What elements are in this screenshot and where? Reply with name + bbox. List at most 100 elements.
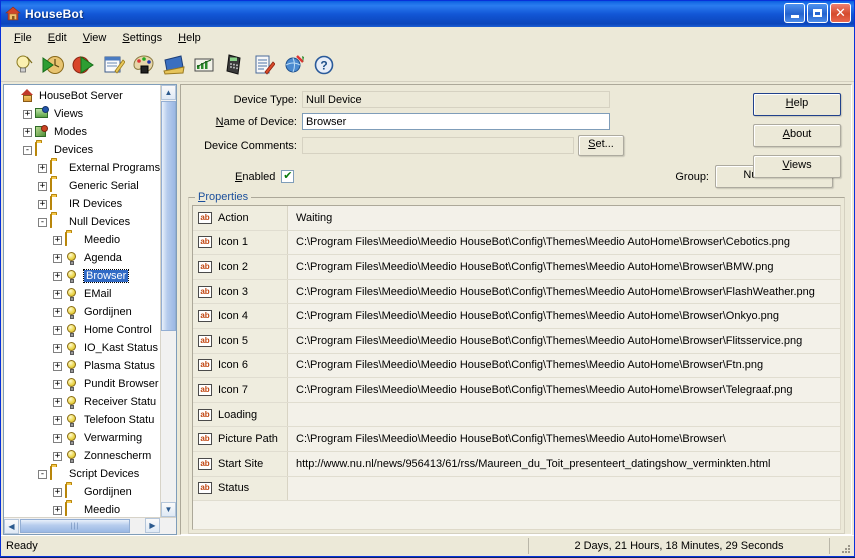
device-tree[interactable]: HouseBot Server + Views + Modes - Devices + Exte…: [4, 85, 176, 517]
tree-expander[interactable]: +: [53, 307, 62, 317]
tree-node-pundit-browser[interactable]: + Pundit Browser: [4, 375, 176, 393]
property-row[interactable]: ab Picture Path C:\Program Files\Meedio\Me…: [193, 427, 840, 452]
tree-node-agenda[interactable]: + Agenda: [4, 249, 176, 267]
property-row[interactable]: ab Icon 7 C:\Program Files\Meedio\Meedio H…: [193, 378, 840, 403]
views-button[interactable]: Views: [753, 155, 841, 178]
tree-node-browser[interactable]: + Browser: [4, 267, 176, 285]
tree-scroll-thumb[interactable]: [161, 101, 176, 331]
tree-node-external-programs[interactable]: + External Programs: [4, 159, 176, 177]
edit-note-icon[interactable]: [99, 51, 129, 79]
menu-edit[interactable]: Edit: [40, 30, 75, 46]
tree-node-telefoon-statu[interactable]: + Telefoon Statu: [4, 411, 176, 429]
scroll-right-arrow[interactable]: ▶: [145, 518, 160, 533]
tree-expander[interactable]: +: [53, 379, 62, 389]
globe-icon[interactable]: [279, 51, 309, 79]
property-value[interactable]: C:\Program Files\Meedio\Meedio HouseBot\…: [288, 236, 840, 248]
tree-expander[interactable]: +: [53, 505, 62, 515]
tree-node-zonnescherm[interactable]: + Zonnescherm: [4, 447, 176, 465]
property-row[interactable]: ab Start Site http://www.nu.nl/news/956413…: [193, 451, 840, 477]
property-value[interactable]: C:\Program Files\Meedio\Meedio HouseBot\…: [288, 359, 840, 371]
screen-icon[interactable]: [159, 51, 189, 79]
tree-node-email[interactable]: + EMail: [4, 285, 176, 303]
property-value[interactable]: C:\Program Files\Meedio\Meedio HouseBot\…: [288, 433, 840, 445]
menu-help[interactable]: Help: [170, 30, 209, 46]
property-row[interactable]: ab Icon 6 C:\Program Files\Meedio\Meedio H…: [193, 353, 840, 379]
remote-control-icon[interactable]: [219, 51, 249, 79]
bulb-icon[interactable]: [9, 51, 39, 79]
chart-icon[interactable]: [189, 51, 219, 79]
tree-node-meedio[interactable]: + Meedio: [4, 501, 176, 517]
tree-horizontal-scrollbar[interactable]: ◀ ||| ▶: [4, 517, 176, 534]
scroll-left-arrow[interactable]: ◀: [4, 518, 19, 534]
tree-node-io-kast-status[interactable]: + IO_Kast Status: [4, 339, 176, 357]
tree-node-housebot-server[interactable]: HouseBot Server: [4, 87, 176, 105]
tree-expander[interactable]: -: [38, 217, 47, 227]
tree-expander[interactable]: +: [53, 253, 62, 263]
property-value[interactable]: C:\Program Files\Meedio\Meedio HouseBot\…: [288, 335, 840, 347]
tree-expander[interactable]: +: [53, 289, 62, 299]
palette-icon[interactable]: [129, 51, 159, 79]
menu-file[interactable]: File: [6, 30, 40, 46]
tree-expander[interactable]: +: [53, 343, 62, 353]
tree-node-views[interactable]: + Views: [4, 105, 176, 123]
tree-node-receiver-statu[interactable]: + Receiver Statu: [4, 393, 176, 411]
property-value[interactable]: Waiting: [288, 212, 840, 224]
property-row[interactable]: ab Icon 1 C:\Program Files\Meedio\Meedio H…: [193, 230, 840, 256]
maximize-button[interactable]: [807, 3, 828, 23]
tree-expander[interactable]: -: [38, 469, 47, 479]
tree-node-gordijnen[interactable]: + Gordijnen: [4, 303, 176, 321]
scroll-down-arrow[interactable]: ▼: [161, 502, 176, 517]
property-value[interactable]: C:\Program Files\Meedio\Meedio HouseBot\…: [288, 261, 840, 273]
minimize-button[interactable]: [784, 3, 805, 23]
tree-expander[interactable]: +: [38, 181, 47, 191]
tree-expander[interactable]: +: [53, 361, 62, 371]
property-row[interactable]: ab Loading: [193, 402, 840, 428]
device-comments-input[interactable]: [302, 137, 574, 154]
tree-expander[interactable]: -: [23, 145, 32, 155]
play-icon[interactable]: [69, 51, 99, 79]
tree-expander[interactable]: +: [53, 487, 62, 497]
set-button[interactable]: Set...: [578, 135, 624, 156]
tree-expander[interactable]: +: [53, 235, 62, 245]
tree-hscroll-thumb[interactable]: |||: [20, 519, 130, 533]
tree-vertical-scrollbar[interactable]: ▲ ▼: [160, 85, 176, 517]
enabled-checkbox[interactable]: ✔: [281, 170, 295, 183]
tree-node-generic-serial[interactable]: + Generic Serial: [4, 177, 176, 195]
help-button[interactable]: Help: [753, 93, 841, 116]
tree-node-script-devices[interactable]: - Script Devices: [4, 465, 176, 483]
tree-node-devices[interactable]: - Devices: [4, 141, 176, 159]
tree-expander[interactable]: +: [53, 433, 62, 443]
help-icon[interactable]: ?: [309, 51, 339, 79]
tree-node-null-devices[interactable]: - Null Devices: [4, 213, 176, 231]
property-row[interactable]: ab Status: [193, 476, 840, 502]
tree-expander[interactable]: +: [53, 271, 62, 281]
tree-expander[interactable]: +: [53, 325, 62, 335]
device-name-input[interactable]: Browser: [302, 113, 610, 130]
resize-grip-icon[interactable]: [838, 541, 852, 555]
clock-play-icon[interactable]: [39, 51, 69, 79]
tree-expander[interactable]: +: [38, 199, 47, 209]
property-value[interactable]: C:\Program Files\Meedio\Meedio HouseBot\…: [288, 384, 840, 396]
property-value[interactable]: C:\Program Files\Meedio\Meedio HouseBot\…: [288, 286, 840, 298]
tree-node-modes[interactable]: + Modes: [4, 123, 176, 141]
tree-expander[interactable]: +: [23, 127, 32, 137]
tree-expander[interactable]: +: [23, 109, 32, 119]
tree-node-verwarming[interactable]: + Verwarming: [4, 429, 176, 447]
about-button[interactable]: About: [753, 124, 841, 147]
properties-table[interactable]: ab Action Waiting ab Icon 1 C:\Program Files\…: [192, 205, 841, 530]
property-row[interactable]: ab Action Waiting: [193, 206, 840, 231]
property-row[interactable]: ab Icon 4 C:\Program Files\Meedio\Meedio H…: [193, 304, 840, 329]
tree-expander[interactable]: +: [53, 415, 62, 425]
property-row[interactable]: ab Icon 2 C:\Program Files\Meedio\Meedio H…: [193, 255, 840, 280]
tree-expander[interactable]: +: [53, 451, 62, 461]
menu-settings[interactable]: Settings: [114, 30, 170, 46]
property-value[interactable]: http://www.nu.nl/news/956413/61/rss/Maur…: [288, 458, 840, 470]
tree-node-meedio[interactable]: + Meedio: [4, 231, 176, 249]
close-button[interactable]: ✕: [830, 3, 851, 23]
property-row[interactable]: ab Icon 5 C:\Program Files\Meedio\Meedio H…: [193, 328, 840, 354]
tree-expander[interactable]: +: [38, 163, 47, 173]
property-row[interactable]: ab Icon 3 C:\Program Files\Meedio\Meedio H…: [193, 279, 840, 305]
tree-expander[interactable]: +: [53, 397, 62, 407]
tree-node-plasma-status[interactable]: + Plasma Status: [4, 357, 176, 375]
property-value[interactable]: C:\Program Files\Meedio\Meedio HouseBot\…: [288, 310, 840, 322]
